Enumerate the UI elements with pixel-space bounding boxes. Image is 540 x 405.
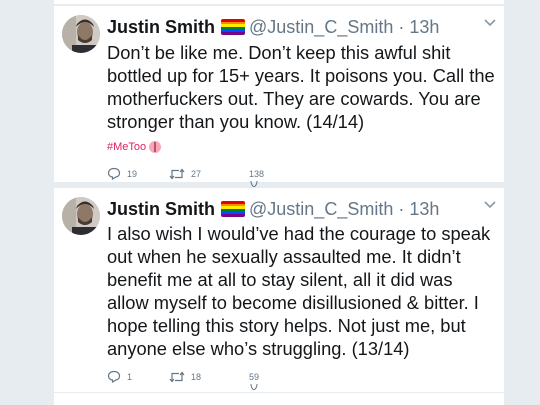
reply-button[interactable]: 1 [107, 370, 169, 383]
tweet-header: Justin Smith @Justin_C_Smith · 13h [107, 16, 439, 38]
chevron-down-icon[interactable] [484, 18, 496, 28]
display-name[interactable]: Justin Smith [107, 17, 215, 37]
metoo-emoji-icon [149, 141, 162, 153]
reply-icon [107, 370, 121, 383]
separator: · [398, 199, 405, 219]
tweet-text: Don’t be like me. Don’t keep this awful … [107, 42, 495, 132]
tweet-actions: 19 27 138 [107, 167, 289, 187]
like-count: 138 [249, 168, 265, 179]
retweet-count: 27 [191, 168, 202, 179]
reply-icon [107, 167, 121, 180]
avatar[interactable] [62, 197, 100, 235]
tweet-actions: 1 18 59 [107, 370, 289, 390]
avatar[interactable] [62, 15, 100, 53]
tweet-header: Justin Smith @Justin_C_Smith · 13h [107, 198, 439, 220]
chevron-down-icon[interactable] [484, 200, 496, 210]
reply-button[interactable]: 19 [107, 167, 169, 180]
hashtag-row: #MeToo [107, 141, 162, 153]
rainbow-flag-icon [221, 201, 246, 217]
rainbow-flag-icon [221, 19, 246, 35]
heart-icon [250, 180, 258, 187]
retweet-button[interactable]: 18 [169, 371, 249, 383]
hashtag-link[interactable]: #MeToo [107, 141, 146, 153]
reply-count: 1 [127, 371, 133, 382]
handle[interactable]: @Justin_C_Smith [249, 199, 393, 219]
timestamp[interactable]: 13h [409, 17, 439, 37]
tweet[interactable]: Justin Smith @Justin_C_Smith · 13h I also… [54, 188, 504, 392]
tweet-text: I also wish I would’ve had the courage t… [107, 223, 491, 359]
separator: · [398, 17, 405, 37]
next-tweet-card [54, 393, 504, 405]
like-button[interactable]: 59 [249, 371, 289, 390]
like-button[interactable]: 138 [249, 168, 289, 187]
timestamp[interactable]: 13h [409, 199, 439, 219]
handle[interactable]: @Justin_C_Smith [249, 17, 393, 37]
retweet-button[interactable]: 27 [169, 168, 249, 180]
retweet-count: 18 [191, 371, 202, 382]
reply-count: 19 [127, 168, 138, 179]
heart-icon [250, 383, 258, 390]
retweet-icon [169, 168, 185, 179]
tweet[interactable]: Justin Smith @Justin_C_Smith · 13h Don’t … [54, 6, 504, 187]
previous-tweet-card [54, 0, 504, 4]
display-name[interactable]: Justin Smith [107, 199, 215, 219]
like-count: 59 [249, 371, 260, 382]
retweet-icon [169, 371, 185, 382]
